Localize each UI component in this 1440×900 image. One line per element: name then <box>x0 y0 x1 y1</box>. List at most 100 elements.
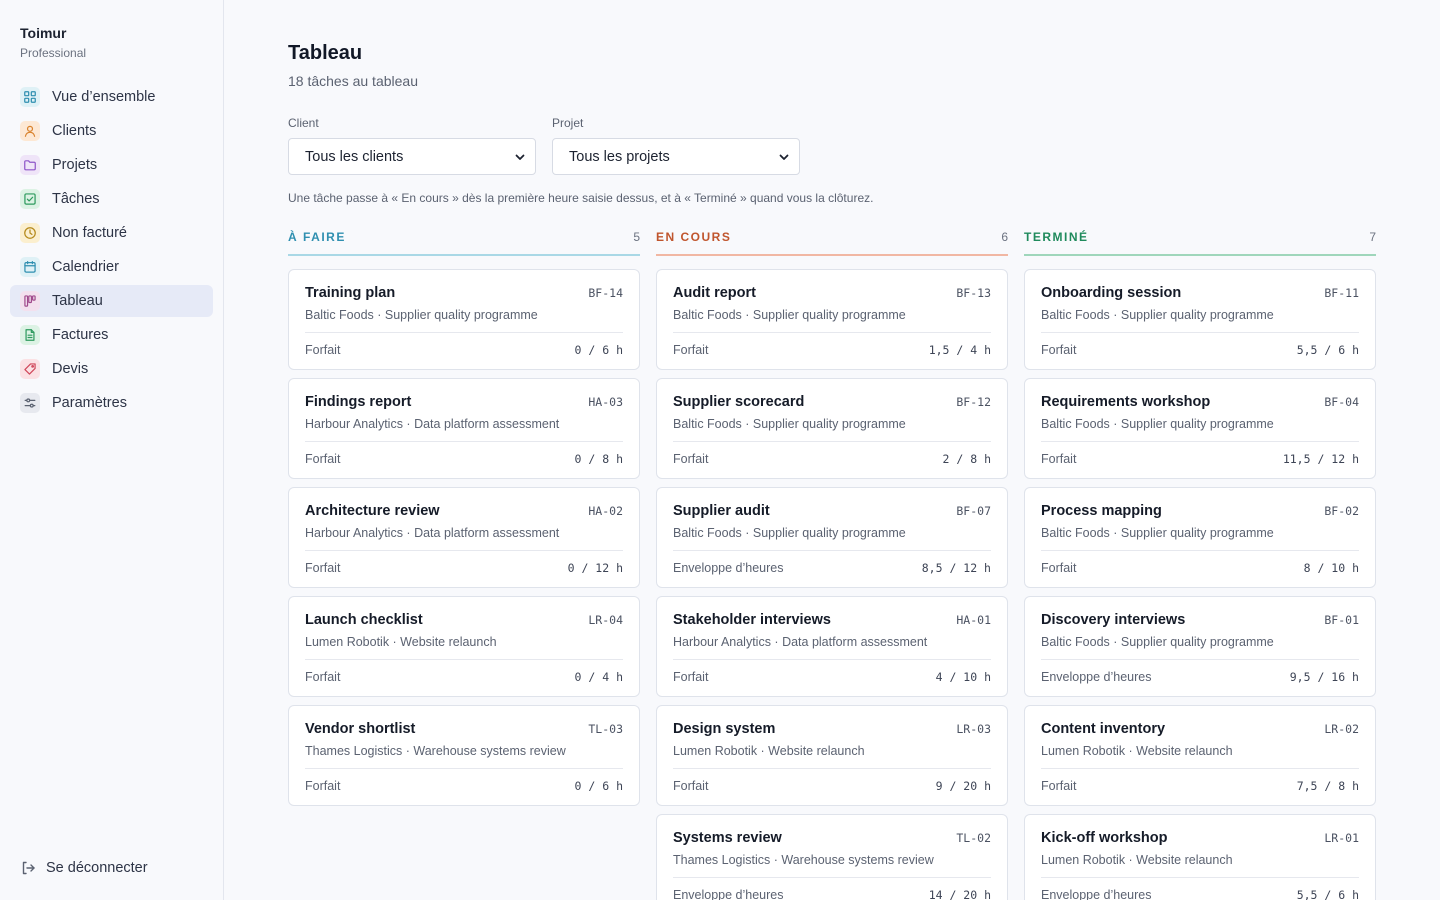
task-title: Training plan <box>305 285 396 301</box>
task-client-project: Baltic Foods · Supplier quality programm… <box>1041 635 1274 649</box>
task-card[interactable]: Audit report BF-13 Baltic Foods · Supplier… <box>656 269 1008 370</box>
task-code: BF-02 <box>1324 504 1359 518</box>
card-footer: Forfait 0 / 12 h <box>305 550 623 575</box>
column-title: EN COURS <box>656 230 732 244</box>
task-card[interactable]: Findings report HA-03 Harbour Analytics · … <box>288 378 640 479</box>
task-client-project: Baltic Foods · Supplier quality programm… <box>673 308 906 322</box>
tag-icon <box>20 359 40 379</box>
task-code: BF-13 <box>956 286 991 300</box>
sidebar-item-label: Projets <box>52 157 98 173</box>
card-footer: Forfait 7,5 / 8 h <box>1041 768 1359 793</box>
hours-progress: 8,5 / 12 h <box>921 561 991 575</box>
task-title: Systems review <box>673 830 782 846</box>
sidebar-item-devis[interactable]: Devis <box>10 353 213 385</box>
column-header: À FAIRE 5 <box>288 228 640 256</box>
column-count: 7 <box>1369 230 1376 244</box>
hours-progress: 0 / 4 h <box>574 670 623 684</box>
task-card[interactable]: Kick-off workshop LR-01 Lumen Robotik · We… <box>1024 814 1376 900</box>
card-header: Process mapping BF-02 <box>1041 503 1359 519</box>
client-select[interactable]: Tous les clients <box>288 138 536 175</box>
card-footer: Forfait 1,5 / 4 h <box>673 332 991 357</box>
sidebar-item-calendrier[interactable]: Calendrier <box>10 251 213 283</box>
task-code: LR-02 <box>1324 722 1359 736</box>
task-client-project: Harbour Analytics · Data platform assess… <box>305 526 560 540</box>
task-card[interactable]: Discovery interviews BF-01 Baltic Foods · … <box>1024 596 1376 697</box>
billing-type: Forfait <box>305 452 341 466</box>
hours-progress: 5,5 / 6 h <box>1296 343 1359 357</box>
sidebar-item-tableau[interactable]: Tableau <box>10 285 213 317</box>
hours-progress: 1,5 / 4 h <box>928 343 991 357</box>
task-client-project: Lumen Robotik · Website relaunch <box>1041 744 1233 758</box>
task-card[interactable]: Stakeholder interviews HA-01 Harbour Analy… <box>656 596 1008 697</box>
sidebar-item-vue-d-ensemble[interactable]: Vue d’ensemble <box>10 81 213 113</box>
folder-icon <box>20 155 40 175</box>
sidebar-item-label: Paramètres <box>52 395 127 411</box>
main-content: Tableau 18 tâches au tableau Client Tous… <box>288 0 1376 900</box>
card-footer: Enveloppe d’heures 8,5 / 12 h <box>673 550 991 575</box>
sidebar-item-parametres[interactable]: Paramètres <box>10 387 213 419</box>
sliders-icon <box>20 393 40 413</box>
card-header: Supplier audit BF-07 <box>673 503 991 519</box>
card-footer: Forfait 8 / 10 h <box>1041 550 1359 575</box>
task-card[interactable]: Supplier scorecard BF-12 Baltic Foods · Su… <box>656 378 1008 479</box>
task-card[interactable]: Requirements workshop BF-04 Baltic Foods ·… <box>1024 378 1376 479</box>
card-footer: Enveloppe d’heures 9,5 / 16 h <box>1041 659 1359 684</box>
sidebar-item-clients[interactable]: Clients <box>10 115 213 147</box>
logout-label: Se déconnecter <box>46 860 148 876</box>
status-hint: Une tâche passe à « En cours » dès la pr… <box>288 191 874 205</box>
project-select[interactable]: Tous les projets <box>552 138 800 175</box>
sidebar-item-label: Clients <box>52 123 97 139</box>
task-card[interactable]: Supplier audit BF-07 Baltic Foods · Suppli… <box>656 487 1008 588</box>
billing-type: Forfait <box>1041 561 1077 575</box>
task-card[interactable]: Systems review TL-02 Thames Logistics · Wa… <box>656 814 1008 900</box>
billing-type: Forfait <box>305 670 341 684</box>
billing-type: Forfait <box>305 779 341 793</box>
project-select-value: Tous les projets <box>569 148 670 165</box>
sidebar-item-non-facture[interactable]: Non facturé <box>10 217 213 249</box>
board-column: TERMINÉ 7 Onboarding session BF-11 Baltic Fo… <box>1024 228 1376 900</box>
chevron-down-icon <box>515 154 525 160</box>
task-card[interactable]: Launch checklist LR-04 Lumen Robotik · Web… <box>288 596 640 697</box>
card-footer: Forfait 5,5 / 6 h <box>1041 332 1359 357</box>
task-code: BF-11 <box>1324 286 1359 300</box>
card-footer: Forfait 11,5 / 12 h <box>1041 441 1359 466</box>
page-subtitle: 18 tâches au tableau <box>288 73 418 89</box>
clock-icon <box>20 223 40 243</box>
card-header: Kick-off workshop LR-01 <box>1041 830 1359 846</box>
task-card[interactable]: Content inventory LR-02 Lumen Robotik · We… <box>1024 705 1376 806</box>
column-header: EN COURS 6 <box>656 228 1008 256</box>
task-card[interactable]: Design system LR-03 Lumen Robotik · Websit… <box>656 705 1008 806</box>
task-client-project: Baltic Foods · Supplier quality programm… <box>673 526 906 540</box>
hours-progress: 0 / 6 h <box>574 779 623 793</box>
task-card[interactable]: Architecture review HA-02 Harbour Analytic… <box>288 487 640 588</box>
task-card[interactable]: Vendor shortlist TL-03 Thames Logistics · … <box>288 705 640 806</box>
billing-type: Forfait <box>305 561 341 575</box>
task-title: Audit report <box>673 285 756 301</box>
task-card[interactable]: Training plan BF-14 Baltic Foods · Supplie… <box>288 269 640 370</box>
task-title: Launch checklist <box>305 612 423 628</box>
sidebar-item-projets[interactable]: Projets <box>10 149 213 181</box>
task-code: BF-12 <box>956 395 991 409</box>
billing-type: Forfait <box>1041 343 1077 357</box>
billing-type: Enveloppe d’heures <box>673 561 784 575</box>
hours-progress: 2 / 8 h <box>942 452 991 466</box>
sidebar-item-taches[interactable]: Tâches <box>10 183 213 215</box>
logout-button[interactable]: Se déconnecter <box>20 860 148 876</box>
billing-type: Forfait <box>305 343 341 357</box>
hours-progress: 7,5 / 8 h <box>1296 779 1359 793</box>
card-header: Requirements workshop BF-04 <box>1041 394 1359 410</box>
hours-progress: 5,5 / 6 h <box>1296 888 1359 900</box>
billing-type: Forfait <box>673 670 709 684</box>
task-code: TL-03 <box>588 722 623 736</box>
sidebar-item-label: Tableau <box>52 293 103 309</box>
task-card[interactable]: Onboarding session BF-11 Baltic Foods · Su… <box>1024 269 1376 370</box>
task-code: HA-03 <box>588 395 623 409</box>
task-client-project: Baltic Foods · Supplier quality programm… <box>1041 417 1274 431</box>
sidebar-item-label: Devis <box>52 361 89 377</box>
sidebar-item-factures[interactable]: Factures <box>10 319 213 351</box>
task-card[interactable]: Process mapping BF-02 Baltic Foods · Suppl… <box>1024 487 1376 588</box>
sidebar-item-label: Factures <box>52 327 109 343</box>
grid-icon <box>20 87 40 107</box>
brand-name: Toimur <box>20 25 67 41</box>
card-header: Vendor shortlist TL-03 <box>305 721 623 737</box>
